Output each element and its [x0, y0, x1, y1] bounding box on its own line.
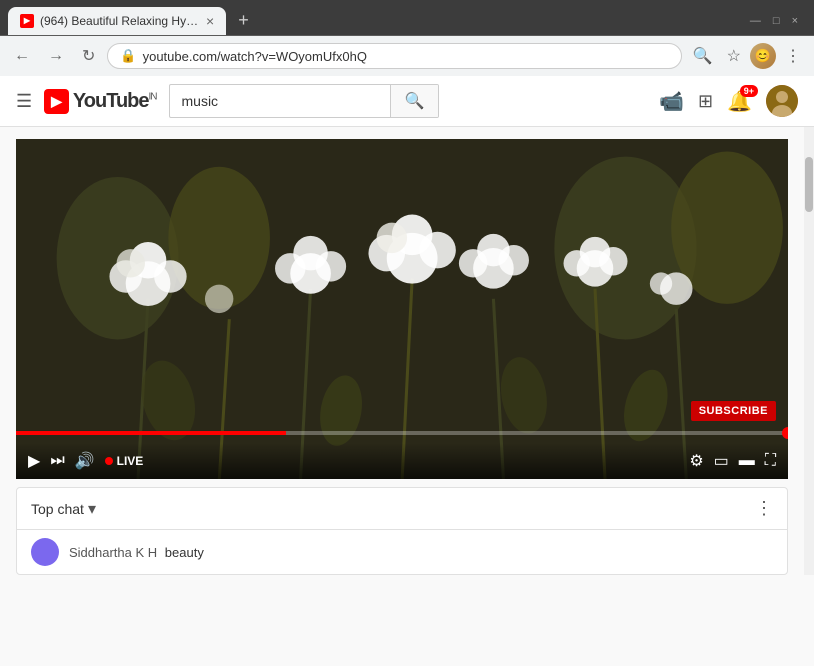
upload-button[interactable]: 📹 — [659, 89, 684, 114]
header-right-icons: 📹 ⊞ 🔔 9+ — [659, 85, 798, 117]
volume-button[interactable]: 🔊 — [75, 451, 95, 471]
fullscreen-button[interactable]: ⛶ — [765, 452, 776, 470]
theater-button[interactable]: ▬ — [739, 452, 755, 470]
user-avatar[interactable] — [766, 85, 798, 117]
video-progress-bar[interactable] — [16, 431, 788, 435]
window-controls: — □ × — [742, 15, 806, 27]
chat-message-content: beauty — [165, 545, 204, 560]
address-bar[interactable]: 🔒 youtube.com/watch?v=WOyomUfx0hQ — [107, 43, 681, 69]
chat-dropdown-icon[interactable]: ▾ — [88, 499, 96, 519]
search-button[interactable]: 🔍 — [390, 85, 439, 117]
refresh-button[interactable]: ↻ — [76, 42, 101, 70]
chat-username: Siddhartha K H — [69, 545, 157, 560]
progress-dot — [782, 427, 788, 439]
hamburger-menu-button[interactable]: ☰ — [16, 91, 32, 112]
apps-button[interactable]: ⊞ — [698, 91, 713, 112]
search-browser-button[interactable]: 🔍 — [688, 42, 718, 70]
chat-section: Top chat ▾ ⋮ Siddhartha K H beauty — [16, 487, 788, 575]
youtube-logo-text: YouTubeIN — [73, 90, 157, 113]
browser-menu-button[interactable]: ⋮ — [780, 42, 806, 70]
notification-badge: 9+ — [740, 85, 758, 97]
next-button[interactable]: ⏭ — [50, 452, 64, 470]
search-input[interactable] — [170, 87, 390, 115]
minimize-button[interactable]: — — [750, 15, 761, 27]
maximize-button[interactable]: □ — [773, 15, 780, 27]
youtube-logo-icon: ▶ — [44, 89, 69, 114]
youtube-country: IN — [149, 91, 157, 102]
youtube-header: ☰ ▶ YouTubeIN 🔍 📹 ⊞ 🔔 9+ — [0, 76, 814, 127]
video-player: SUBSCRIBE ▶ ⏭ 🔊 — [16, 139, 788, 479]
page-content: SUBSCRIBE ▶ ⏭ 🔊 — [0, 127, 804, 575]
tab-favicon: ▶ — [20, 14, 34, 28]
address-text: youtube.com/watch?v=WOyomUfx0hQ — [143, 49, 669, 64]
miniplayer-button[interactable]: ▭ — [714, 451, 729, 471]
new-tab-button[interactable]: + — [230, 6, 257, 35]
tab-title: (964) Beautiful Relaxing Hymns... — [40, 14, 200, 28]
chat-title: Top chat — [31, 501, 84, 517]
live-label: LIVE — [117, 454, 144, 468]
address-bar-row: ← → ↻ 🔒 youtube.com/watch?v=WOyomUfx0hQ … — [0, 35, 814, 76]
back-button[interactable]: ← — [8, 43, 36, 69]
browser-profile-avatar[interactable]: 😊 — [750, 43, 776, 69]
live-badge: LIVE — [105, 454, 144, 468]
chat-user-avatar — [31, 538, 59, 566]
youtube-logo: ▶ YouTubeIN — [44, 89, 156, 114]
lock-icon: 🔒 — [120, 48, 136, 64]
video-controls: ▶ ⏭ 🔊 LIVE ⚙ ▭ ▬ ⛶ — [16, 443, 788, 479]
video-background — [16, 139, 788, 479]
tab-close-button[interactable]: × — [206, 13, 214, 29]
chat-message: Siddhartha K H beauty — [17, 530, 787, 574]
notifications-button[interactable]: 🔔 9+ — [727, 89, 752, 114]
active-tab[interactable]: ▶ (964) Beautiful Relaxing Hymns... × — [8, 7, 226, 35]
browser-right-icons: 🔍 ☆ 😊 ⋮ — [688, 42, 806, 70]
chat-header: Top chat ▾ ⋮ — [17, 488, 787, 530]
scrollbar[interactable] — [804, 127, 814, 575]
video-progress-fill — [16, 431, 286, 435]
scrollbar-thumb[interactable] — [805, 157, 813, 212]
right-controls: ⚙ ▭ ▬ ⛶ — [689, 451, 776, 471]
tab-bar: ▶ (964) Beautiful Relaxing Hymns... × + … — [0, 0, 814, 35]
close-button[interactable]: × — [792, 15, 798, 27]
chat-more-button[interactable]: ⋮ — [755, 498, 773, 519]
forward-button[interactable]: → — [42, 43, 70, 69]
chat-message-text: Siddhartha K H beauty — [69, 545, 204, 560]
settings-button[interactable]: ⚙ — [689, 451, 703, 471]
video-thumbnail: SUBSCRIBE ▶ ⏭ 🔊 — [16, 139, 788, 479]
bookmark-button[interactable]: ☆ — [722, 42, 746, 70]
browser-window: ▶ (964) Beautiful Relaxing Hymns... × + … — [0, 0, 814, 76]
subscribe-button[interactable]: SUBSCRIBE — [691, 401, 776, 421]
search-bar: 🔍 — [169, 84, 440, 118]
play-button[interactable]: ▶ — [28, 451, 40, 471]
live-dot — [105, 457, 113, 465]
